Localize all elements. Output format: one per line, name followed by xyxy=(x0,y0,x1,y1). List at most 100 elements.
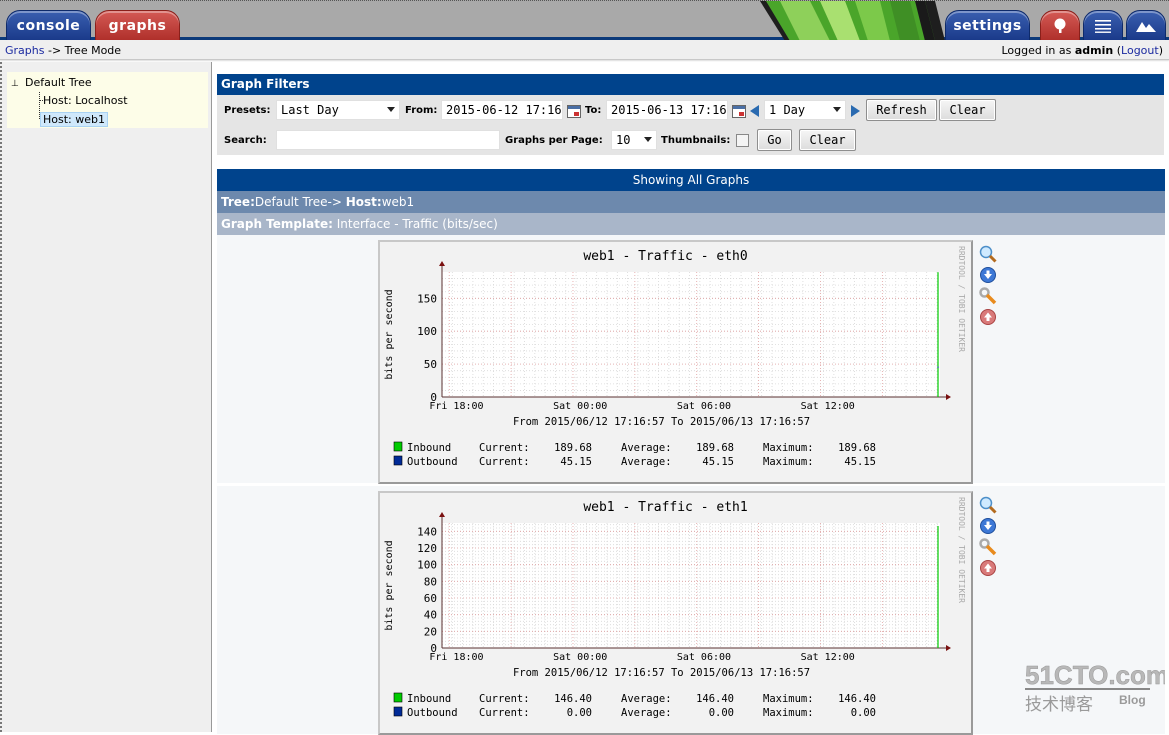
export-icon[interactable] xyxy=(979,266,997,284)
clear-dates-button[interactable]: Clear xyxy=(939,99,996,121)
legend-maximum-label: Maximum: xyxy=(763,693,814,705)
x-tick-label: Sat 00:00 xyxy=(553,652,607,663)
rrd-graph-svg: 050100150web1 - Traffic - eth0bits per s… xyxy=(384,246,966,468)
y-axis-arrow xyxy=(439,512,445,517)
x-tick-label: Sat 06:00 xyxy=(677,652,731,663)
tree-path-value: Default Tree-> xyxy=(254,195,342,209)
main-content: Graph Filters Presets: Last Day From: 20… xyxy=(217,62,1165,735)
tree-node-host-localhost[interactable]: Host: Localhost xyxy=(43,94,128,107)
zoom-icon[interactable] xyxy=(979,496,997,514)
graph-template-label: Graph Template: xyxy=(221,217,333,231)
legend-average-value: 189.68 xyxy=(696,442,734,454)
tree-node-host-web1[interactable]: Host: web1 xyxy=(40,112,108,127)
properties-icon[interactable] xyxy=(979,538,997,556)
rrd-graph-svg: 020406080100120140web1 - Traffic - eth1b… xyxy=(384,497,966,719)
x-axis-arrow xyxy=(946,645,951,651)
timespan-value: 1 Day xyxy=(769,103,806,117)
legend-average-label: Average: xyxy=(621,693,672,705)
logout-link[interactable]: Logout xyxy=(1121,44,1159,57)
plot-area xyxy=(442,272,940,397)
graph-actions xyxy=(979,245,999,329)
login-prefix: Logged in as xyxy=(1001,44,1072,57)
tree-view-tab[interactable] xyxy=(1040,10,1080,41)
from-date-input[interactable]: 2015-06-12 17:16 xyxy=(441,100,563,120)
shift-right-icon[interactable] xyxy=(851,105,860,117)
go-button[interactable]: Go xyxy=(757,129,792,151)
search-input[interactable] xyxy=(276,130,500,150)
to-date-input[interactable]: 2015-06-13 17:16 xyxy=(606,100,728,120)
watermark-sub: 技术博客 xyxy=(1025,695,1093,715)
y-tick-label: 20 xyxy=(424,625,437,638)
refresh-button[interactable]: Refresh xyxy=(866,99,937,121)
x-tick-label: Sat 12:00 xyxy=(801,401,855,412)
legend-average-value: 146.40 xyxy=(696,693,734,705)
legend-average-label: Average: xyxy=(621,707,672,719)
login-user: admin xyxy=(1074,44,1114,57)
graphs-per-page-select[interactable]: 10 xyxy=(611,130,657,150)
chevron-down-icon xyxy=(387,107,395,112)
legend-maximum-value: 0.00 xyxy=(851,707,876,719)
y-tick-label: 50 xyxy=(424,358,437,371)
legend-average-value: 0.00 xyxy=(709,707,734,719)
move-up-icon[interactable] xyxy=(979,308,997,326)
timespan-select[interactable]: 1 Day xyxy=(764,100,846,120)
watermark-blog: Blog xyxy=(1119,693,1146,707)
showing-all-graphs-header: Showing All Graphs xyxy=(217,169,1165,191)
graph-title: web1 - Traffic - eth0 xyxy=(583,249,747,264)
legend-swatch-inbound xyxy=(393,692,403,703)
graph-image[interactable]: 0 20 40 60 80 100 120 140 web1 - Traffic - eth1 b… xyxy=(378,491,973,735)
graph-range-text: From 2015/06/12 17:16:57 To 2015/06/13 1… xyxy=(513,667,810,679)
clear-search-button[interactable]: Clear xyxy=(799,129,856,151)
to-calendar-icon[interactable] xyxy=(732,105,746,118)
properties-icon[interactable] xyxy=(979,287,997,305)
list-view-icon xyxy=(1095,19,1111,33)
legend-current-label: Current: xyxy=(479,693,530,705)
legend-maximum-label: Maximum: xyxy=(763,707,814,719)
y-tick-label: 100 xyxy=(417,559,437,572)
chevron-down-icon xyxy=(644,137,652,142)
graphs-per-page-label: Graphs per Page: xyxy=(505,135,603,146)
to-label: To: xyxy=(585,105,602,116)
legend-current-value: 0.00 xyxy=(567,707,592,719)
y-tick-label: 40 xyxy=(424,609,437,622)
y-axis-arrow xyxy=(439,261,445,266)
legend-swatch-outbound xyxy=(393,706,403,717)
zoom-icon[interactable] xyxy=(979,245,997,263)
legend-current-label: Current: xyxy=(479,456,530,468)
legend-current-label: Current: xyxy=(479,442,530,454)
tree-node-default-tree[interactable]: ⊥ Default Tree xyxy=(11,76,92,89)
graph-row: 0 50 100 150 web1 - Traffic - eth0 bits per s… xyxy=(217,235,1165,484)
tab-graphs[interactable]: graphs xyxy=(95,10,180,41)
breadcrumb: Graphs -> Tree Mode xyxy=(5,44,121,57)
top-nav-bar: console graphs settings xyxy=(0,0,1169,41)
breadcrumb-graphs-link[interactable]: Graphs xyxy=(5,44,44,57)
preview-view-icon xyxy=(1136,21,1156,32)
thumbnails-checkbox[interactable] xyxy=(736,134,749,147)
chevron-down-icon xyxy=(833,107,841,112)
from-calendar-icon[interactable] xyxy=(567,105,581,118)
tab-settings[interactable]: settings xyxy=(945,10,1030,41)
graph-template-value: Interface - Traffic (bits/sec) xyxy=(336,217,498,231)
shift-left-icon[interactable] xyxy=(750,105,759,117)
preview-view-tab[interactable] xyxy=(1126,10,1166,41)
plot-area xyxy=(442,523,940,648)
legend-name: Outbound xyxy=(407,707,458,719)
x-tick-label: Sat 00:00 xyxy=(553,401,607,412)
graph-range-text: From 2015/06/12 17:16:57 To 2015/06/13 1… xyxy=(513,416,810,428)
legend-swatch-inbound xyxy=(393,441,403,452)
tree-expander-icon[interactable]: ⊥ xyxy=(11,79,25,89)
presets-select[interactable]: Last Day xyxy=(276,100,400,120)
move-up-icon[interactable] xyxy=(979,559,997,577)
graph-actions xyxy=(979,496,999,580)
legend-average-label: Average: xyxy=(621,456,672,468)
legend-average-value: 45.15 xyxy=(702,456,734,468)
graph-template-bar: Graph Template: Interface - Traffic (bit… xyxy=(217,213,1165,235)
legend-swatch-outbound xyxy=(393,455,403,466)
tree-path-bar: Tree:Default Tree-> Host:web1 xyxy=(217,191,1165,213)
rrdtool-watermark: RRDTOOL / TOBI OETIKER xyxy=(957,246,966,352)
graph-image[interactable]: 0 50 100 150 web1 - Traffic - eth0 bits per s… xyxy=(378,240,973,484)
export-icon[interactable] xyxy=(979,517,997,535)
list-view-tab[interactable] xyxy=(1083,10,1123,41)
tab-console[interactable]: console xyxy=(6,10,91,41)
host-label: Host: xyxy=(345,195,382,209)
